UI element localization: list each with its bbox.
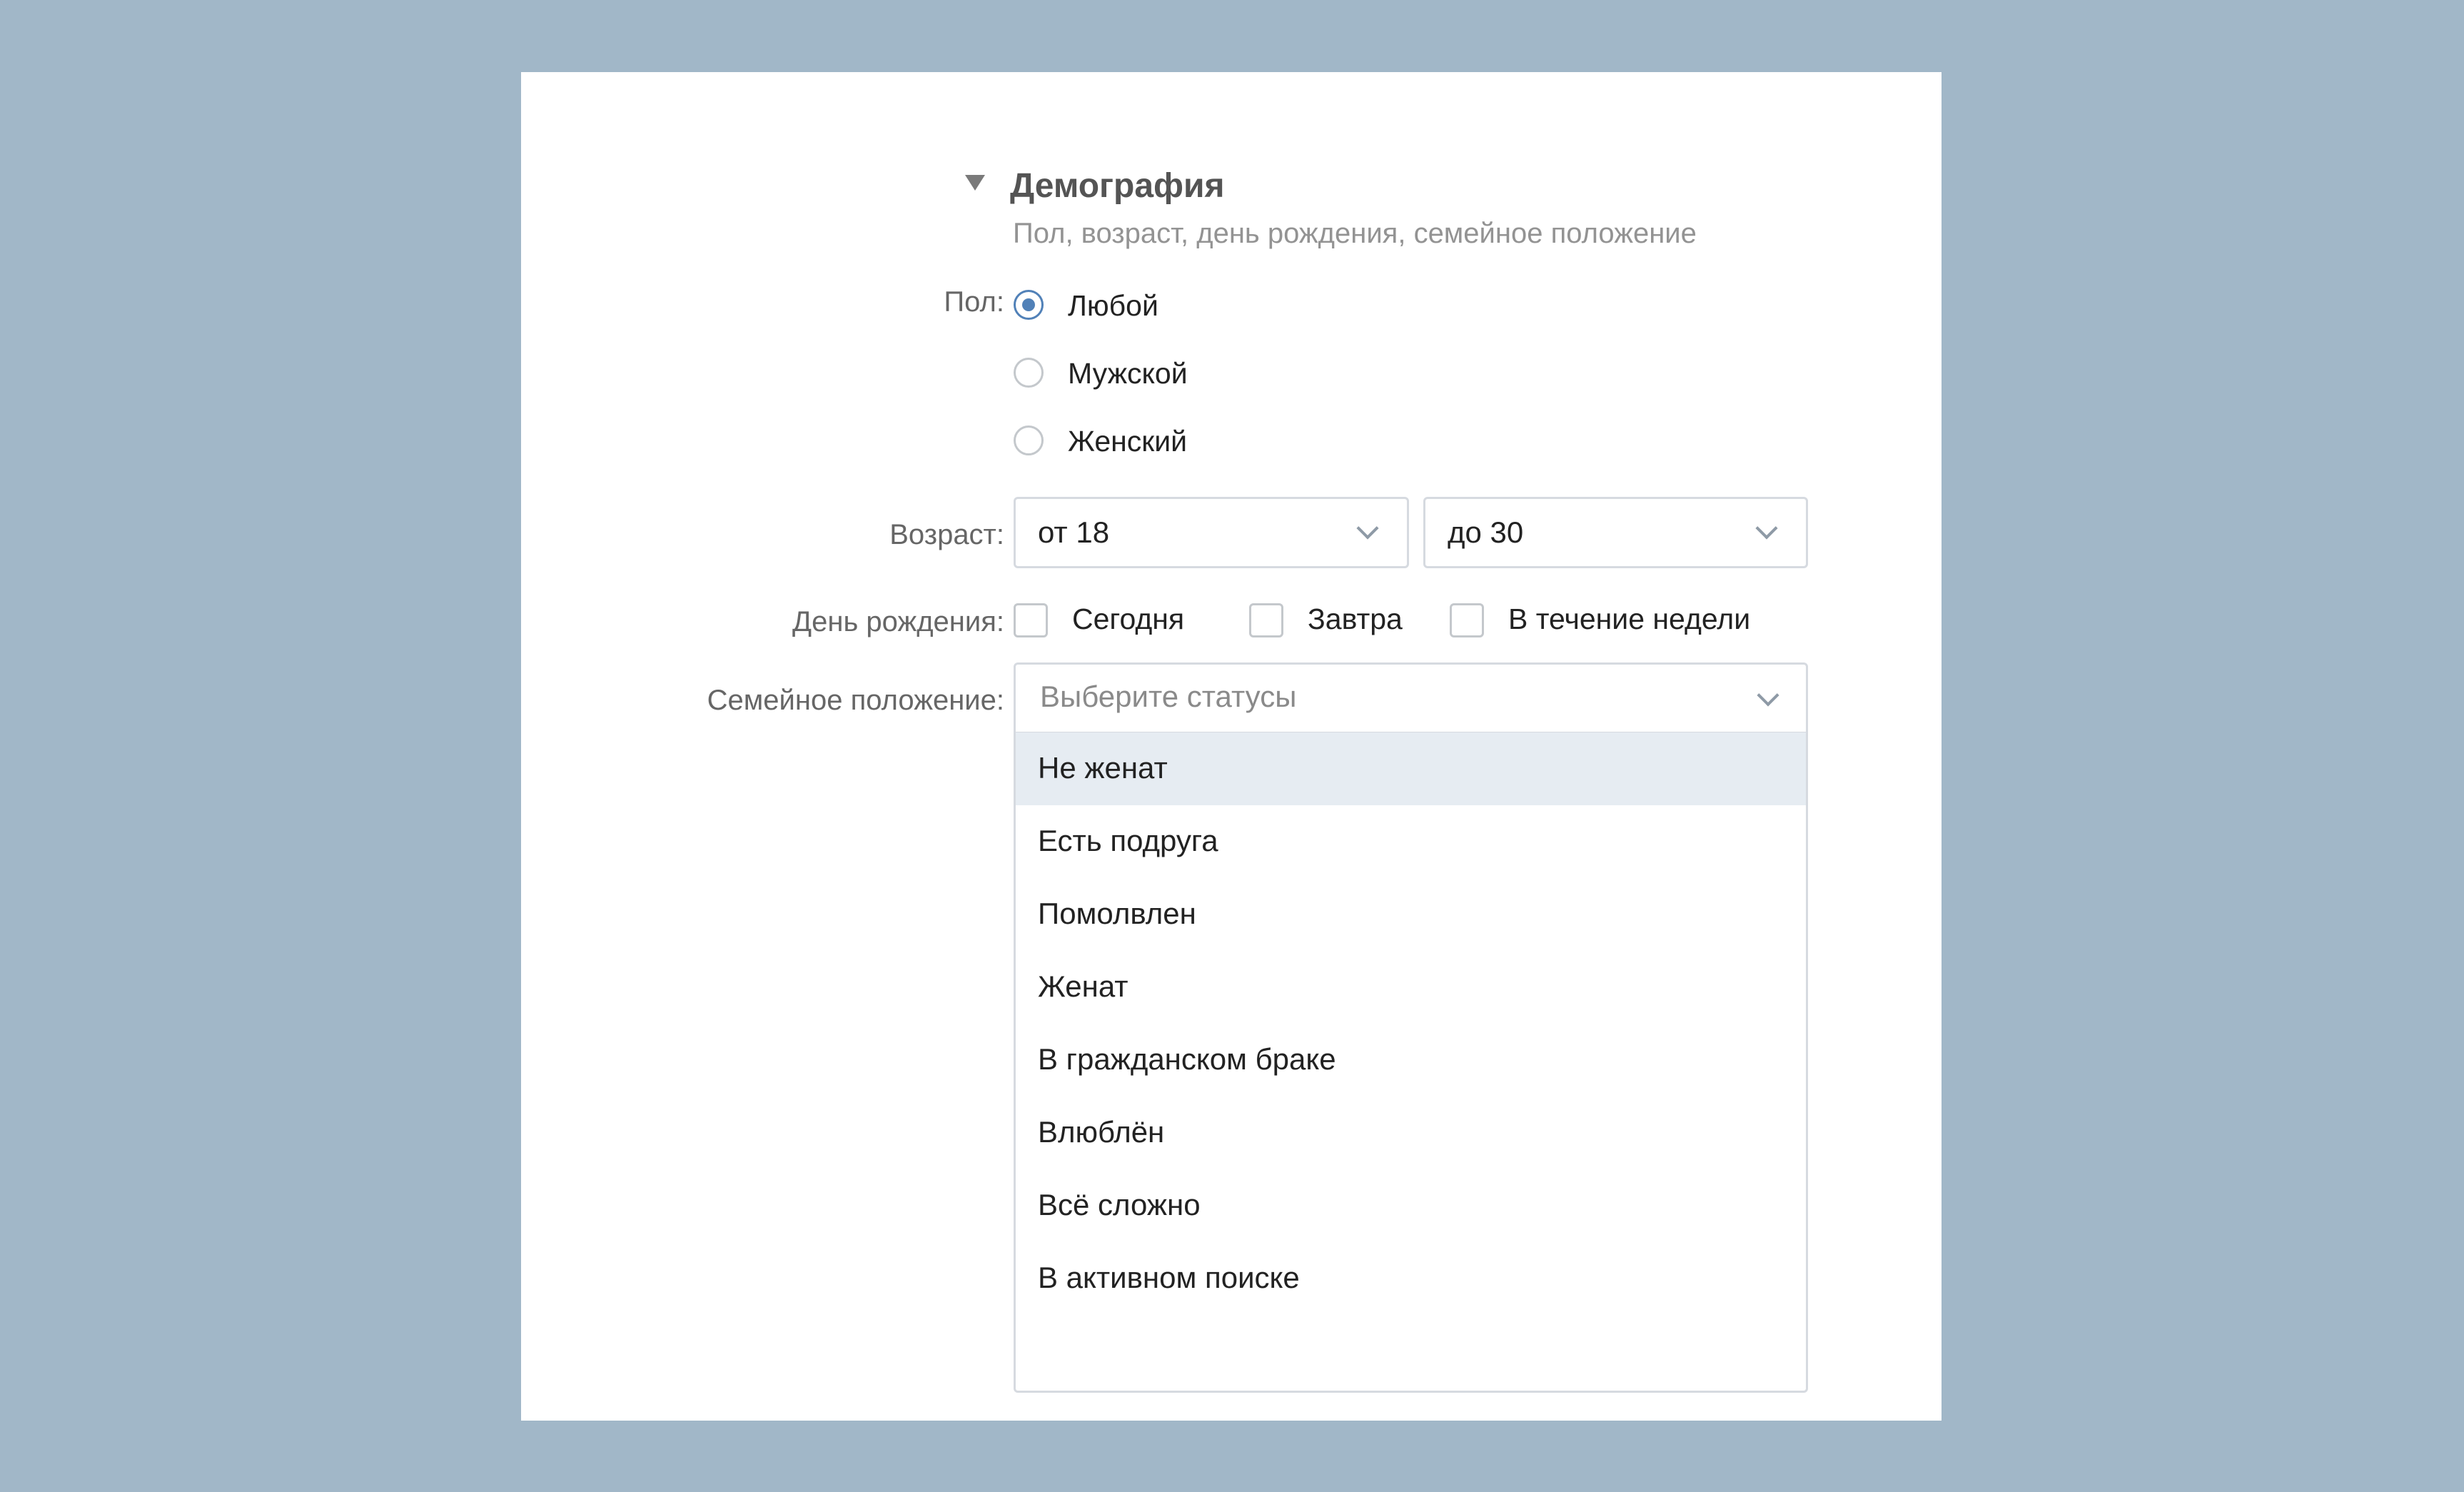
dropdown-item-complicated[interactable]: Всё сложно [1016,1169,1806,1242]
dropdown-item-label: Есть подруга [1038,824,1218,857]
dropdown-item-in-love[interactable]: Влюблён [1016,1097,1806,1169]
gender-option-label: Любой [1068,289,1158,322]
birthday-option-label: Завтра [1308,603,1403,635]
marital-placeholder: Выберите статусы [1040,680,1297,713]
gender-option-label: Женский [1068,425,1188,458]
marital-dropdown-list: Не женат Есть подруга Помолвлен Женат В … [1014,732,1808,1393]
birthday-label: День рождения: [792,606,1004,637]
radio-female[interactable] [1014,425,1044,455]
gender-option-male[interactable]: Мужской [1014,355,1370,392]
chevron-down-icon [1356,517,1379,540]
age-label: Возраст: [889,519,1004,550]
dropdown-item-label: Влюблён [1038,1115,1165,1149]
dropdown-item-not-married[interactable]: Не женат [1016,732,1806,805]
dropdown-item-has-girlfriend[interactable]: Есть подруга [1016,805,1806,878]
checkbox-today[interactable] [1014,603,1048,637]
birthday-tomorrow[interactable]: Завтра [1249,600,1463,640]
gender-option-any[interactable]: Любой [1014,287,1370,324]
dropdown-item-married[interactable]: Женат [1016,951,1806,1024]
gender-option-label: Мужской [1068,357,1188,390]
dropdown-item-actively-searching[interactable]: В активном поиске [1016,1242,1806,1315]
dropdown-item-civil-marriage[interactable]: В гражданском браке [1016,1024,1806,1097]
age-from-select[interactable]: от 18 [1014,497,1409,568]
section-subtitle: Пол, возраст, день рождения, семейное по… [1013,218,1697,249]
birthday-option-label: Сегодня [1072,603,1185,635]
birthday-option-label: В течение недели [1508,603,1751,635]
section-title[interactable]: Демография [1010,165,1225,208]
dropdown-item-label: Женат [1038,969,1129,1003]
radio-male[interactable] [1014,358,1044,388]
radio-any[interactable] [1014,290,1044,320]
birthday-week[interactable]: В течение недели [1450,600,1807,640]
dropdown-item-label: В активном поиске [1038,1261,1300,1294]
age-to-select[interactable]: до 30 [1423,497,1808,568]
dropdown-item-label: В гражданском браке [1038,1042,1336,1076]
dropdown-item-label: Всё сложно [1038,1188,1201,1221]
dropdown-item-label: Помолвлен [1038,897,1196,930]
birthday-today[interactable]: Сегодня [1014,600,1228,640]
chevron-down-icon [1757,684,1779,707]
age-to-value: до 30 [1448,515,1524,549]
marital-select[interactable]: Выберите статусы [1014,662,1808,734]
gender-label: Пол: [944,286,1004,318]
checkbox-week[interactable] [1450,603,1484,637]
marital-label: Семейное положение: [707,685,1004,716]
dropdown-item-engaged[interactable]: Помолвлен [1016,878,1806,951]
chevron-down-icon [1755,517,1778,540]
checkbox-tomorrow[interactable] [1249,603,1283,637]
age-from-value: от 18 [1038,515,1110,549]
dropdown-item-label: Не женат [1038,751,1168,785]
collapse-triangle-icon[interactable] [965,175,985,191]
gender-option-female[interactable]: Женский [1014,423,1370,460]
demography-panel: Демография Пол, возраст, день рождения, … [521,72,1942,1421]
